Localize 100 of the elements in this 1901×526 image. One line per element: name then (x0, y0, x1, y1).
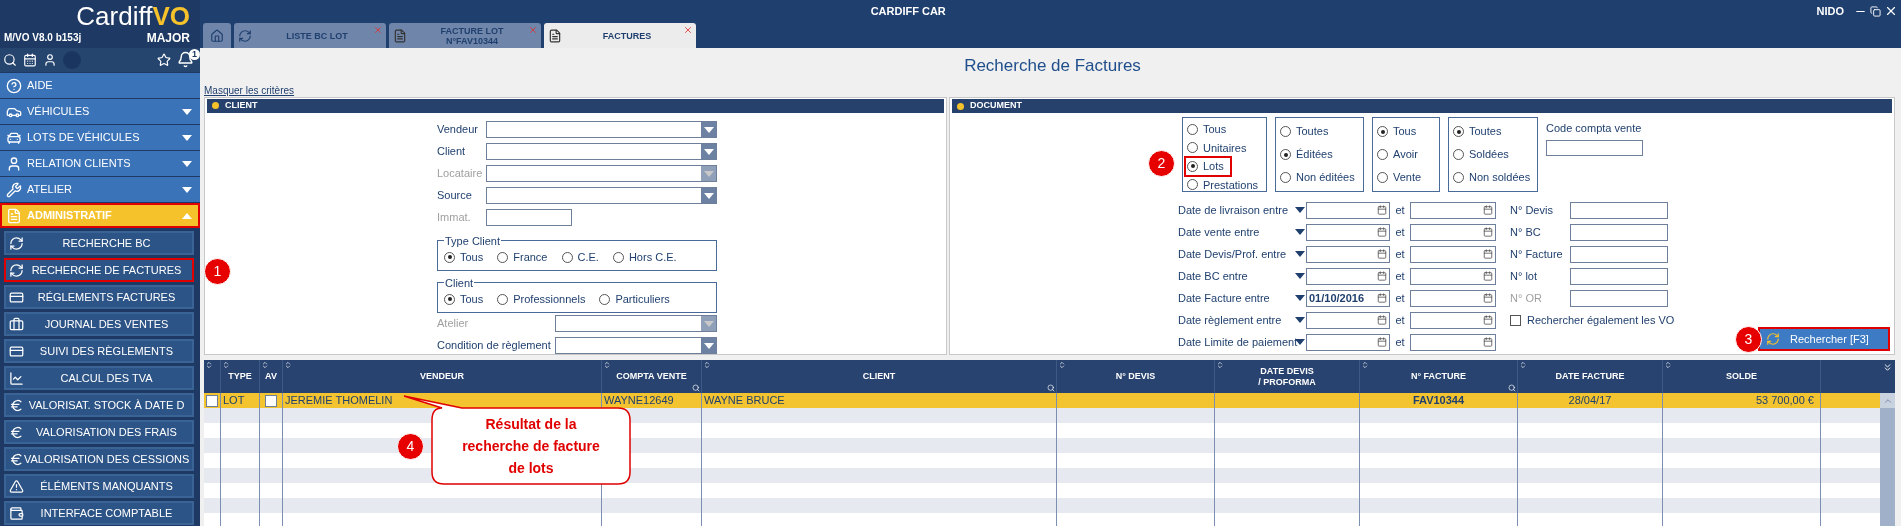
sidebar-subitem[interactable]: ÉLÉMENTS MANQUANTS (4, 474, 194, 498)
radio-option[interactable]: Lots (1186, 157, 1232, 176)
radio-option[interactable]: Non éditées (1279, 168, 1363, 187)
calendar-icon[interactable] (1377, 205, 1387, 215)
radio-button[interactable] (1187, 179, 1198, 191)
radio-button[interactable] (497, 251, 509, 263)
dropdown-field[interactable] (486, 143, 717, 160)
calendar-icon[interactable] (1483, 293, 1493, 303)
sort-icon[interactable] (284, 361, 292, 369)
sort-icon[interactable] (1216, 361, 1224, 369)
date-field[interactable] (1306, 245, 1390, 263)
checkbox-option[interactable]: Rechercher également les VO (1510, 309, 1675, 331)
bell-icon[interactable] (177, 51, 194, 68)
radio-option[interactable]: Prestations (1186, 175, 1267, 194)
scrollbar[interactable] (1880, 393, 1895, 526)
radio-option[interactable]: C.E. (561, 249, 599, 266)
sidebar-subitem[interactable]: RECHERCHE DE FACTURES (4, 258, 194, 282)
radio-button[interactable] (1453, 149, 1464, 160)
input-field[interactable] (1570, 245, 1668, 263)
date-field[interactable] (1306, 201, 1390, 219)
sidebar-subitem[interactable]: SUIVI DES RÈGLEMENTS (4, 339, 194, 363)
dropdown-field[interactable] (555, 315, 717, 332)
sort-icon[interactable] (1519, 361, 1527, 369)
calendar-icon[interactable] (1483, 271, 1493, 281)
dropdown-field[interactable] (555, 337, 717, 354)
radio-option[interactable]: Vente (1376, 168, 1430, 187)
radio-option[interactable]: Éditées (1279, 145, 1341, 164)
radio-button[interactable] (1280, 126, 1291, 137)
radio-button[interactable] (599, 293, 611, 305)
radio-option[interactable]: Tous (444, 291, 484, 308)
calendar-icon[interactable] (1483, 337, 1493, 347)
sidebar-item[interactable]: ATELIER (0, 177, 200, 202)
date-field[interactable] (1410, 201, 1496, 219)
sort-icon[interactable] (261, 361, 269, 369)
tab[interactable]: FACTURES (544, 23, 696, 48)
radio-button[interactable] (1377, 149, 1388, 160)
calendar-icon[interactable] (1377, 315, 1387, 325)
radio-option[interactable]: Avoir (1376, 145, 1426, 164)
sidebar-subitem[interactable]: RECHERCHE BC (4, 231, 194, 255)
user-icon[interactable] (43, 53, 57, 67)
sidebar-item[interactable]: RELATION CLIENTS (0, 151, 200, 176)
sidebar-subitem[interactable]: RÉGLEMENTS FACTURES (4, 285, 194, 309)
input-field[interactable] (1546, 139, 1643, 156)
sidebar-subitem[interactable]: INTERFACE COMPTABLE (4, 501, 194, 525)
date-field[interactable] (1410, 311, 1496, 329)
restore-icon[interactable] (1870, 5, 1881, 17)
star-icon[interactable] (157, 53, 171, 67)
sort-icon[interactable] (603, 361, 611, 369)
radio-button[interactable] (612, 251, 624, 263)
sort-icon[interactable] (205, 361, 213, 369)
sidebar-subitem[interactable]: CALCUL DES TVA (4, 366, 194, 390)
date-field[interactable] (1410, 223, 1496, 241)
checkbox[interactable] (265, 394, 277, 407)
radio-option[interactable]: Unitaires (1186, 138, 1255, 157)
sidebar-subitem[interactable]: VALORISAT. STOCK À DATE D (4, 393, 194, 417)
radio-option[interactable]: Professionnels (497, 291, 586, 308)
radio-option[interactable]: Hors C.E. (612, 249, 677, 266)
calendar-icon[interactable] (1377, 271, 1387, 281)
sort-icon[interactable] (703, 361, 711, 369)
radio-button[interactable] (1187, 123, 1198, 135)
search-icon[interactable] (3, 53, 17, 67)
radio-option[interactable]: Toutes (1279, 122, 1337, 141)
radio-button[interactable] (1187, 142, 1198, 154)
radio-option[interactable]: Tous (444, 249, 484, 266)
radio-button[interactable] (561, 251, 573, 263)
sidebar-item[interactable]: LOTS DE VÉHICULES (0, 125, 200, 150)
calendar-icon[interactable] (1483, 315, 1493, 325)
radio-button[interactable] (1453, 126, 1464, 137)
calendar-icon[interactable] (1377, 293, 1387, 303)
radio-button[interactable] (1377, 172, 1388, 183)
tab[interactable] (203, 23, 231, 48)
radio-option[interactable]: Tous (1186, 120, 1235, 139)
search-button[interactable]: Rechercher [F3] (1758, 327, 1890, 351)
date-field[interactable] (1410, 333, 1496, 351)
sort-icon[interactable] (222, 361, 230, 369)
radio-button[interactable] (497, 293, 509, 305)
sidebar-subitem[interactable]: VALORISATION DES CESSIONS (4, 447, 194, 471)
date-field[interactable] (1410, 245, 1496, 263)
radio-option[interactable]: France (497, 249, 548, 266)
dropdown-field[interactable] (486, 121, 717, 138)
sidebar-subitem[interactable]: JOURNAL DES VENTES (4, 312, 194, 336)
calendar-icon[interactable] (1377, 227, 1387, 237)
sort-icon[interactable] (1361, 361, 1369, 369)
radio-option[interactable]: Toutes (1452, 122, 1510, 141)
sidebar-subitem[interactable]: VALORISATION DES FRAIS (4, 420, 194, 444)
checkbox[interactable] (206, 394, 218, 407)
radio-button[interactable] (444, 251, 455, 263)
filter-icon[interactable] (1047, 384, 1055, 392)
radio-button[interactable] (1280, 149, 1291, 160)
radio-button[interactable] (1453, 172, 1464, 183)
calendar-icon[interactable] (1483, 205, 1493, 215)
close-tab-icon[interactable] (683, 25, 693, 35)
calendar-icon[interactable] (1483, 227, 1493, 237)
radio-option[interactable]: Particuliers (599, 291, 670, 308)
date-field[interactable] (1306, 333, 1390, 351)
sort-icon[interactable] (1058, 361, 1066, 369)
date-field[interactable] (1410, 267, 1496, 285)
sidebar-item[interactable]: AIDE (0, 73, 200, 98)
date-field[interactable]: 01/10/2016 (1306, 289, 1390, 307)
sidebar-item[interactable]: VÉHICULES (0, 99, 200, 124)
